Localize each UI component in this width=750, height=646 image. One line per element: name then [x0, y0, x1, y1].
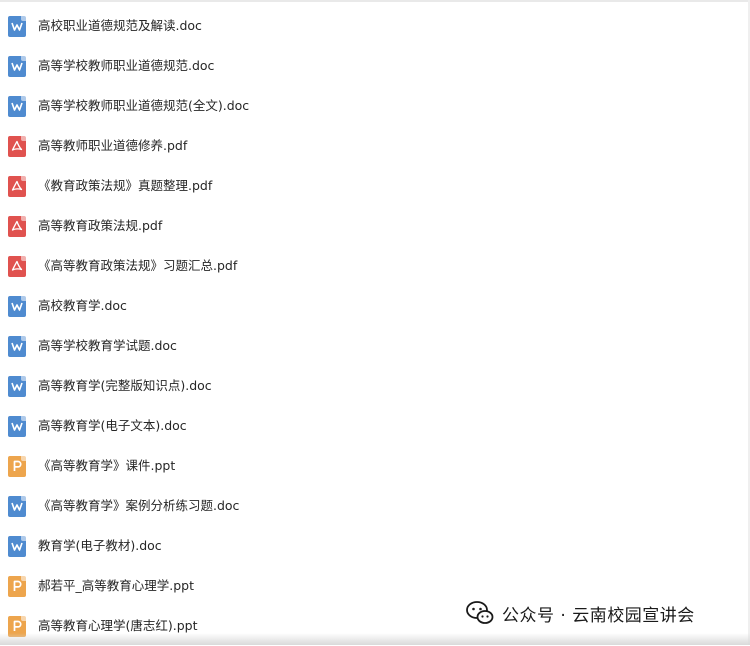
file-name: 教育学(电子教材).doc [38, 538, 162, 553]
file-row[interactable]: 教育学(电子教材).doc [0, 526, 748, 566]
file-row[interactable]: 高校职业道德规范及解读.doc [0, 6, 748, 46]
file-name: 高等教育心理学(唐志红).ppt [38, 618, 198, 633]
file-row[interactable]: 高校教育学.doc [0, 286, 748, 326]
file-name: 高等学校教育学试题.doc [38, 338, 177, 353]
bottom-shadow [0, 633, 750, 645]
file-name: 高等教育学(完整版知识点).doc [38, 378, 212, 393]
pdf-icon [8, 255, 26, 277]
file-row[interactable]: 高等教师职业道德修养.pdf [0, 126, 748, 166]
file-row[interactable]: 《高等教育学》课件.ppt [0, 446, 748, 486]
word-doc-icon [8, 495, 26, 517]
file-name: 高校教育学.doc [38, 298, 127, 313]
word-doc-icon [8, 55, 26, 77]
pdf-icon [8, 175, 26, 197]
word-doc-icon [8, 335, 26, 357]
file-name: 高等教育学(电子文本).doc [38, 418, 187, 433]
top-border [0, 0, 750, 2]
word-doc-icon [8, 375, 26, 397]
file-name: 高等教育政策法规.pdf [38, 218, 163, 233]
word-doc-icon [8, 415, 26, 437]
file-row[interactable]: 高等学校教师职业道德规范.doc [0, 46, 748, 86]
file-row[interactable]: 高等学校教师职业道德规范(全文).doc [0, 86, 748, 126]
file-name: 《高等教育学》课件.ppt [38, 458, 176, 473]
file-row[interactable]: 《高等教育学》案例分析练习题.doc [0, 486, 748, 526]
file-name: 《高等教育学》案例分析练习题.doc [38, 498, 240, 513]
file-name: 高等学校教师职业道德规范(全文).doc [38, 98, 250, 113]
file-name: 高等教师职业道德修养.pdf [38, 138, 188, 153]
file-row[interactable]: 《教育政策法规》真题整理.pdf [0, 166, 748, 206]
word-doc-icon [8, 95, 26, 117]
wechat-icon [466, 600, 494, 626]
file-row[interactable]: 高等教育学(电子文本).doc [0, 406, 748, 446]
pdf-icon [8, 135, 26, 157]
file-row[interactable]: 高等学校教育学试题.doc [0, 326, 748, 366]
file-name: 高校职业道德规范及解读.doc [38, 18, 202, 33]
word-doc-icon [8, 15, 26, 37]
ppt-icon [8, 455, 26, 477]
ppt-icon [8, 575, 26, 597]
watermark: 公众号 · 云南校园宣讲会 [462, 598, 699, 628]
file-row[interactable]: 《高等教育政策法规》习题汇总.pdf [0, 246, 748, 286]
file-name: 《高等教育政策法规》习题汇总.pdf [38, 258, 238, 273]
file-name: 郝若平_高等教育心理学.ppt [38, 578, 194, 593]
file-row[interactable]: 高等教育学(完整版知识点).doc [0, 366, 748, 406]
word-doc-icon [8, 295, 26, 317]
file-name: 《教育政策法规》真题整理.pdf [38, 178, 213, 193]
file-name: 高等学校教师职业道德规范.doc [38, 58, 215, 73]
word-doc-icon [8, 535, 26, 557]
pdf-icon [8, 215, 26, 237]
file-row[interactable]: 高等教育政策法规.pdf [0, 206, 748, 246]
watermark-text: 公众号 · 云南校园宣讲会 [502, 605, 695, 626]
